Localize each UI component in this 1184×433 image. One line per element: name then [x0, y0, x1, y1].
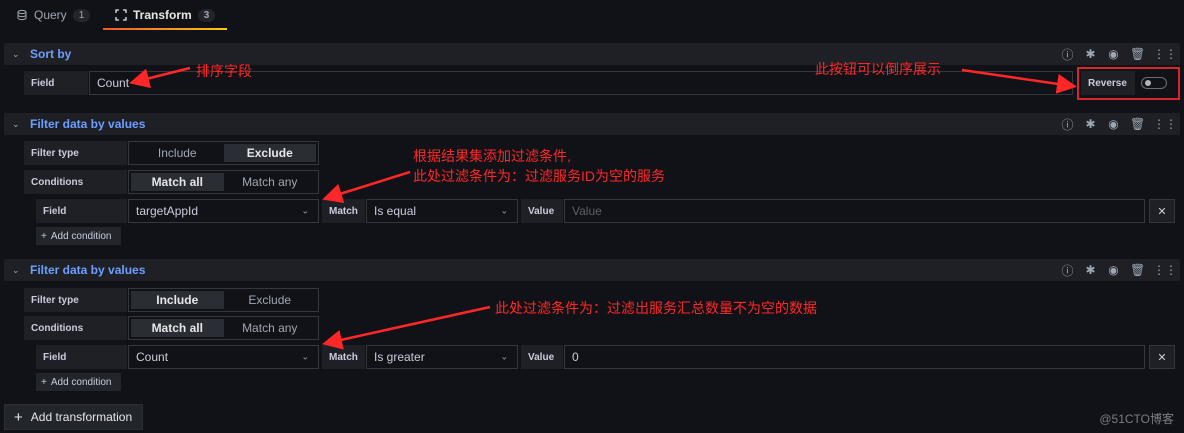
arrow-to-filter2 — [322, 305, 491, 350]
arrow-to-sort-field — [129, 66, 191, 89]
watermark: @51CTO博客 — [1099, 412, 1174, 426]
arrow-to-filter1 — [322, 170, 411, 204]
annotation-arrows — [129, 66, 1077, 350]
arrow-to-reverse — [961, 68, 1077, 94]
